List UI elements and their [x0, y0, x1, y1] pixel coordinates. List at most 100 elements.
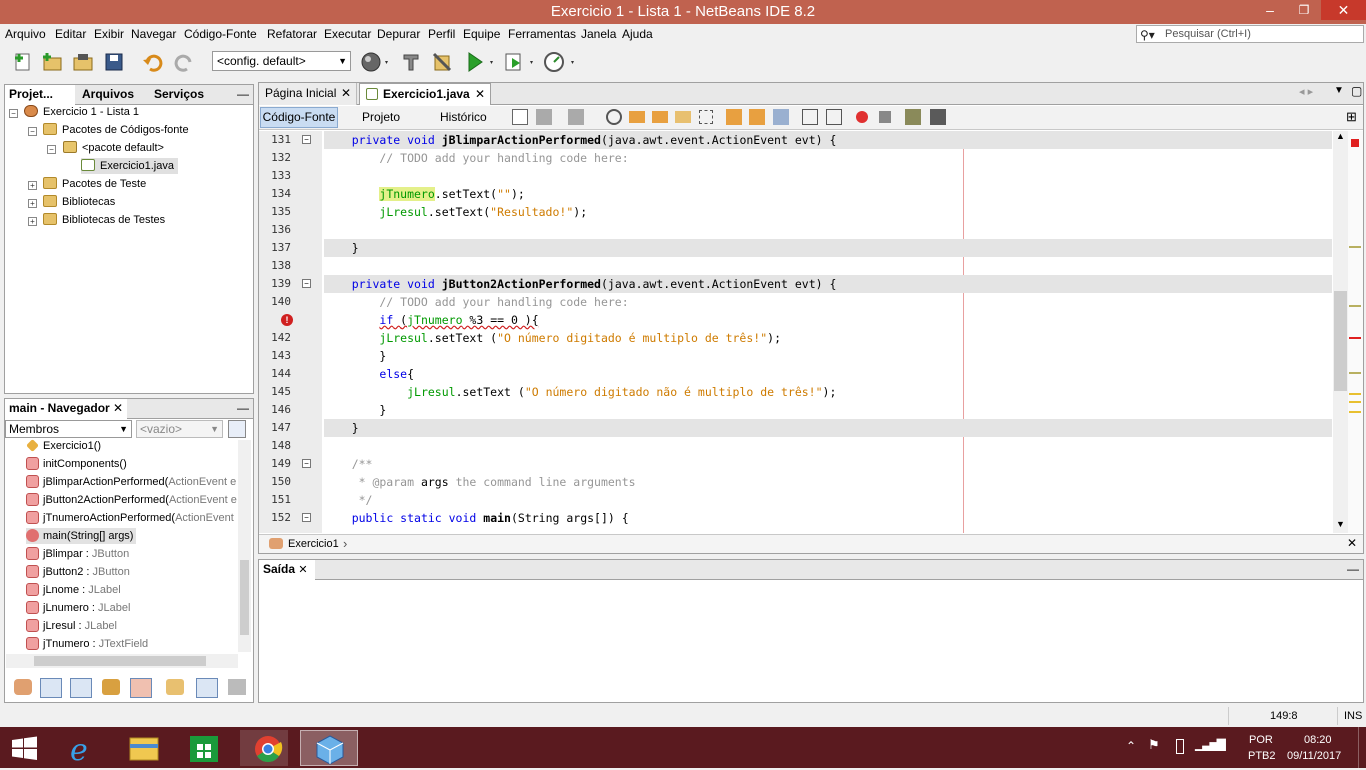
editor-vscrollbar[interactable]: ▲ ▼: [1333, 131, 1348, 533]
toggle-highlight-icon[interactable]: [675, 111, 691, 123]
nav-item-method[interactable]: initComponents(): [26, 456, 127, 472]
code-line[interactable]: */: [324, 491, 1332, 509]
collapse-icon[interactable]: −: [9, 109, 18, 118]
close-icon[interactable]: ✕: [298, 564, 307, 576]
error-stripe[interactable]: [1348, 131, 1363, 533]
nav-item-field[interactable]: jBlimpar : JButton: [26, 546, 129, 562]
menu-ajuda[interactable]: Ajuda: [622, 27, 653, 41]
code-line[interactable]: jLresul.setText("Resultado!");: [324, 203, 1332, 221]
insert-mode[interactable]: INS: [1344, 710, 1362, 722]
find-icon[interactable]: [606, 109, 622, 125]
navigator-options-icon[interactable]: [228, 420, 246, 438]
menu-codigo-fonte[interactable]: Código-Fonte: [184, 27, 257, 41]
comment-icon[interactable]: [905, 109, 921, 125]
error-indicator[interactable]: [1351, 139, 1359, 147]
menu-exibir[interactable]: Exibir: [94, 27, 124, 41]
next-bookmark-icon[interactable]: [749, 109, 765, 125]
code-line[interactable]: [324, 437, 1332, 455]
shift-left-icon[interactable]: [802, 109, 818, 125]
code-line[interactable]: * @param args the command line arguments: [324, 473, 1332, 491]
expand-icon[interactable]: +: [28, 199, 37, 208]
tab-saida[interactable]: Saída ✕: [259, 560, 315, 580]
tree-item-libraries[interactable]: Bibliotecas: [43, 194, 115, 210]
occurrence-mark[interactable]: [1349, 411, 1361, 413]
code-line[interactable]: /**: [324, 455, 1332, 473]
nav-item-field[interactable]: jLresul : JLabel: [26, 618, 117, 634]
tab-scroll-arrows[interactable]: ◂ ▸: [1299, 85, 1313, 98]
menu-janela[interactable]: Janela: [581, 27, 616, 41]
code-line[interactable]: // TODO add your handling code here:: [324, 149, 1332, 167]
minimize-panel-icon[interactable]: —: [233, 399, 253, 419]
close-icon[interactable]: ✕: [1347, 536, 1357, 550]
close-icon[interactable]: ✕: [475, 84, 485, 105]
subtab-historico[interactable]: Histórico: [440, 110, 487, 124]
tab-projetos[interactable]: Projet...: [5, 85, 75, 105]
code-line[interactable]: [324, 221, 1332, 239]
minimize-button[interactable]: ‒: [1253, 0, 1287, 20]
non-public-filter-icon[interactable]: [102, 679, 120, 695]
warning-mark[interactable]: [1349, 372, 1361, 374]
expand-icon[interactable]: +: [28, 181, 37, 190]
back-icon[interactable]: [536, 109, 552, 125]
code-line[interactable]: jLresul.setText ("O número digitado não …: [324, 383, 1332, 401]
run-icon[interactable]: [463, 50, 493, 74]
code-line[interactable]: private void jBlimparActionPerformed(jav…: [324, 131, 1332, 149]
nav-item-field[interactable]: jTnumero : JTextField: [26, 636, 148, 652]
menu-depurar[interactable]: Depurar: [377, 27, 420, 41]
shift-right-icon[interactable]: [826, 109, 842, 125]
nav-item-field[interactable]: jButton2 : JButton: [26, 564, 130, 580]
filter-select[interactable]: <vazio> ▼: [136, 420, 223, 438]
code-line[interactable]: }: [324, 419, 1332, 437]
code-line[interactable]: // TODO add your handling code here:: [324, 293, 1332, 311]
flag-icon[interactable]: ⚑: [1148, 737, 1160, 753]
fold-toggle-icon[interactable]: −: [302, 135, 311, 144]
clock-date[interactable]: 09/11/2017: [1287, 750, 1341, 762]
tab-list-icon[interactable]: ▼: [1334, 85, 1344, 96]
menu-refatorar[interactable]: Refatorar: [267, 27, 317, 41]
windows-start-icon[interactable]: [0, 730, 48, 766]
chrome-icon[interactable]: [240, 730, 288, 766]
menu-equipe[interactable]: Equipe: [463, 27, 500, 41]
code-line[interactable]: public static void main(String args[]) {: [324, 509, 1332, 527]
scroll-up-icon[interactable]: ▲: [1333, 131, 1348, 141]
clock-time[interactable]: 08:20: [1304, 734, 1332, 746]
navigator-hscrollbar[interactable]: [6, 654, 238, 668]
fold-toggle-icon[interactable]: −: [302, 513, 311, 522]
menu-arquivo[interactable]: Arquivo: [5, 27, 46, 41]
tree-item-java-file[interactable]: Exercicio1.java: [81, 158, 178, 174]
find-previous-icon[interactable]: [629, 111, 645, 123]
code-line[interactable]: }: [324, 401, 1332, 419]
menu-navegar[interactable]: Navegar: [131, 27, 176, 41]
maximize-button[interactable]: ❐: [1287, 0, 1321, 20]
warning-mark[interactable]: [1349, 246, 1361, 248]
globe-icon[interactable]: [360, 50, 388, 74]
volume-icon[interactable]: 🔈︎: [1221, 736, 1229, 753]
code-line[interactable]: else{: [324, 365, 1332, 383]
open-project-icon[interactable]: [71, 50, 95, 74]
minimize-panel-icon[interactable]: —: [1343, 560, 1363, 580]
error-icon[interactable]: !: [281, 314, 293, 326]
netbeans-icon[interactable]: [300, 730, 358, 766]
warning-mark[interactable]: [1349, 305, 1361, 307]
collapse-icon[interactable]: −: [47, 145, 56, 154]
code-line[interactable]: jLresul.setText ("O número digitado é mu…: [324, 329, 1332, 347]
rect-select-icon[interactable]: [699, 110, 713, 124]
minimize-panel-icon[interactable]: —: [233, 85, 253, 105]
static-filter-icon[interactable]: [70, 678, 92, 698]
nav-item-method[interactable]: jTnumeroActionPerformed(ActionEvent: [26, 510, 234, 526]
internet-explorer-icon[interactable]: e: [58, 730, 106, 768]
toggle-bookmark-icon[interactable]: [773, 109, 789, 125]
tab-pagina-inicial[interactable]: Página Inicial ✕: [259, 83, 357, 105]
subtab-codigo-fonte[interactable]: Código-Fonte: [260, 107, 338, 128]
error-mark[interactable]: [1349, 337, 1361, 339]
search-input[interactable]: ⚲▾ Pesquisar (Ctrl+I): [1136, 25, 1364, 43]
menu-ferramentas[interactable]: Ferramentas: [508, 27, 576, 41]
show-desktop-button[interactable]: [1358, 727, 1366, 768]
config-select[interactable]: <config. default> ▼: [212, 51, 351, 71]
new-file-icon[interactable]: [11, 50, 35, 74]
navigator-title[interactable]: main - Navegador ✕: [5, 399, 127, 419]
file-explorer-icon[interactable]: [120, 730, 168, 766]
inherited-icon[interactable]: [14, 679, 32, 695]
code-line[interactable]: private void jButton2ActionPerformed(jav…: [324, 275, 1332, 293]
tab-arquivos[interactable]: Arquivos: [78, 85, 148, 105]
